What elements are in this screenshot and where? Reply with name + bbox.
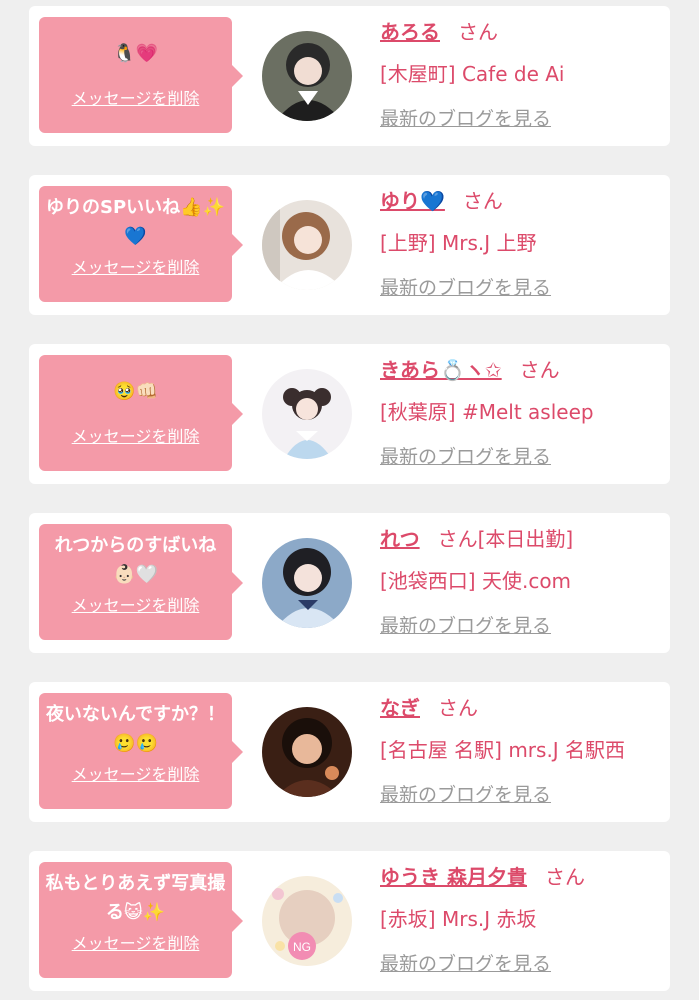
latest-blog-link[interactable]: 最新のブログを見る — [380, 949, 551, 976]
delete-message-link[interactable]: メッセージを削除 — [39, 423, 232, 447]
delete-message-link[interactable]: メッセージを削除 — [39, 85, 232, 109]
shop-link[interactable]: [池袋西口] 天使.com — [380, 565, 571, 594]
honorific: さん — [519, 358, 560, 382]
name-line: あろる さん — [380, 16, 498, 45]
delete-message-link[interactable]: メッセージを削除 — [39, 592, 232, 616]
message-card: 夜いないんですか？！🥲🥲 メッセージを削除 なぎ さん [名古屋 名駅] mrs.… — [29, 682, 670, 822]
photo-icon — [262, 707, 352, 797]
message-text: 夜いないんですか？！🥲🥲 — [45, 704, 226, 754]
photo-icon — [262, 369, 352, 459]
latest-blog-link[interactable]: 最新のブログを見る — [380, 273, 551, 300]
message-card: 🐧💗 メッセージを削除 あろる さん [木屋町] Cafe de Ai 最新のブロ… — [29, 6, 670, 146]
avatar[interactable] — [262, 369, 352, 459]
cast-name-link[interactable]: あろる — [380, 20, 440, 44]
latest-blog-link[interactable]: 最新のブログを見る — [380, 780, 551, 807]
cast-name-link[interactable]: きあら💍ヽ✩ — [380, 358, 502, 382]
name-line: れつ さん[本日出勤] — [380, 523, 573, 552]
name-line: きあら💍ヽ✩ さん — [380, 354, 560, 383]
photo-icon: NG — [262, 876, 352, 966]
message-card: れつからのすばいね👶🏻🤍 メッセージを削除 れつ さん[本日出勤] [池袋西口] … — [29, 513, 670, 653]
message-text: 🥹👊🏻 — [113, 380, 158, 402]
shop-link[interactable]: [上野] Mrs.J 上野 — [380, 227, 536, 256]
avatar[interactable] — [262, 200, 352, 290]
message-bubble: 🐧💗 メッセージを削除 — [39, 17, 243, 133]
delete-message-link[interactable]: メッセージを削除 — [39, 254, 232, 278]
cast-name-link[interactable]: なぎ — [380, 696, 420, 720]
message-text: 🐧💗 — [113, 42, 158, 64]
latest-blog-link[interactable]: 最新のブログを見る — [380, 104, 551, 131]
name-line: ゆうき 森月夕貴 さん — [380, 861, 585, 890]
shop-link[interactable]: [赤坂] Mrs.J 赤坂 — [380, 903, 536, 932]
message-bubble: れつからのすばいね👶🏻🤍 メッセージを削除 — [39, 524, 243, 640]
honorific: さん — [438, 696, 478, 720]
shop-link[interactable]: [秋葉原] #Melt asleep — [380, 396, 594, 425]
avatar[interactable]: NG — [262, 876, 352, 966]
message-text: 私もとりあえず写真撮る😺✨ — [45, 873, 226, 923]
latest-blog-link[interactable]: 最新のブログを見る — [380, 611, 551, 638]
honorific: さん — [462, 189, 503, 213]
message-bubble: 夜いないんですか？！🥲🥲 メッセージを削除 — [39, 693, 243, 809]
delete-message-link[interactable]: メッセージを削除 — [39, 930, 232, 954]
cast-name-link[interactable]: れつ — [380, 527, 420, 551]
message-bubble: 私もとりあえず写真撮る😺✨ メッセージを削除 — [39, 862, 243, 978]
message-card: 🥹👊🏻 メッセージを削除 きあら💍ヽ✩ さん [秋葉原] #Melt asleep… — [29, 344, 670, 484]
shop-link[interactable]: [木屋町] Cafe de Ai — [380, 58, 564, 87]
photo-icon — [262, 31, 352, 121]
honorific: さん — [458, 20, 498, 44]
message-bubble: ゆりのSPいいね👍✨💙 メッセージを削除 — [39, 186, 243, 302]
message-bubble: 🥹👊🏻 メッセージを削除 — [39, 355, 243, 471]
message-card: 私もとりあえず写真撮る😺✨ メッセージを削除 NG ゆうき 森月夕貴 さん [赤坂… — [29, 851, 670, 991]
avatar[interactable] — [262, 538, 352, 628]
name-line: ゆり💙 さん — [380, 185, 503, 214]
ng-badge: NG — [293, 940, 311, 954]
delete-message-link[interactable]: メッセージを削除 — [39, 761, 232, 785]
cast-name-link[interactable]: ゆうき 森月夕貴 — [380, 865, 527, 889]
avatar[interactable] — [262, 31, 352, 121]
honorific: さん — [544, 865, 585, 889]
message-card: ゆりのSPいいね👍✨💙 メッセージを削除 ゆり💙 さん [上野] Mrs.J 上野… — [29, 175, 670, 315]
photo-icon — [262, 538, 352, 628]
photo-icon — [262, 200, 352, 290]
latest-blog-link[interactable]: 最新のブログを見る — [380, 442, 551, 469]
message-text: ゆりのSPいいね👍✨💙 — [46, 197, 225, 247]
status-tag: [本日出勤] — [477, 527, 574, 551]
honorific: さん — [437, 527, 478, 551]
cast-name-link[interactable]: ゆり💙 — [380, 189, 445, 213]
name-line: なぎ さん — [380, 692, 478, 721]
message-text: れつからのすばいね👶🏻🤍 — [54, 535, 217, 585]
shop-link[interactable]: [名古屋 名駅] mrs.J 名駅西 — [380, 734, 625, 763]
avatar[interactable] — [262, 707, 352, 797]
